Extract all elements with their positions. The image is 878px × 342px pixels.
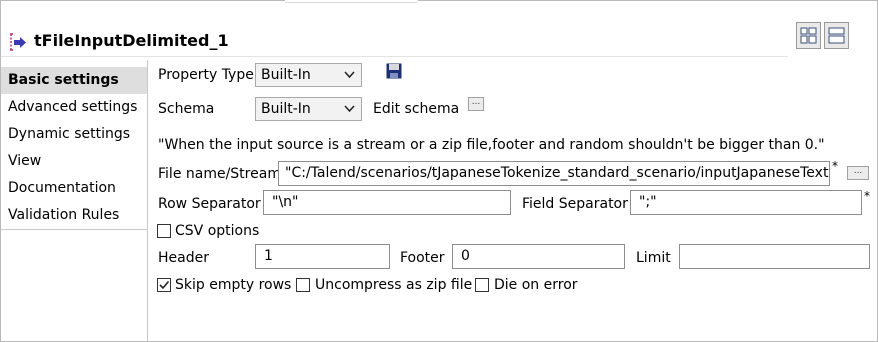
sidebar-item-advanced-settings[interactable]: Advanced settings — [1, 94, 147, 121]
footer-input[interactable]: 0 — [452, 244, 625, 269]
list-view-button[interactable] — [824, 22, 849, 49]
schema-select[interactable]: Built-In — [255, 97, 362, 121]
settings-sidebar: Basic settings Advanced settings Dynamic… — [1, 67, 147, 229]
component-title: tFileInputDelimited_1 — [34, 31, 229, 50]
row-separator-input[interactable]: "\n" — [263, 190, 511, 215]
sidebar-bottom-border — [1, 229, 147, 230]
field-separator-input[interactable]: ";" — [630, 190, 862, 215]
header-label: Header — [158, 250, 209, 266]
grid-view-button[interactable] — [796, 22, 821, 49]
property-type-value: Built-In — [261, 67, 311, 83]
sidebar-item-documentation[interactable]: Documentation — [1, 175, 147, 202]
edit-schema-button[interactable]: ... — [468, 97, 484, 111]
limit-input[interactable] — [679, 244, 870, 269]
skip-empty-rows-checkbox[interactable] — [157, 278, 171, 292]
save-icon[interactable] — [386, 63, 402, 83]
required-mark: * — [864, 189, 870, 203]
field-separator-label: Field Separator — [522, 196, 628, 212]
schema-value: Built-In — [261, 101, 311, 117]
uncompress-zip-checkbox[interactable] — [296, 278, 310, 292]
csv-options-label: CSV options — [175, 223, 260, 239]
component-title-bar: tFileInputDelimited_1 — [1, 28, 788, 57]
chevron-down-icon — [344, 105, 355, 113]
required-mark: * — [832, 159, 838, 173]
sidebar-item-dynamic-settings[interactable]: Dynamic settings — [1, 121, 147, 148]
file-name-input[interactable]: "C:/Talend/scenarios/tJapaneseTokenize_s… — [278, 161, 830, 186]
header-input[interactable]: 1 — [255, 244, 390, 269]
sidebar-item-view[interactable]: View — [1, 148, 147, 175]
grid-view-icon — [800, 27, 817, 44]
limit-label: Limit — [636, 250, 671, 266]
csv-options-checkbox[interactable] — [157, 224, 171, 238]
sidebar-item-validation-rules[interactable]: Validation Rules — [1, 202, 147, 229]
file-input-delimited-icon — [7, 32, 27, 52]
edit-schema-label: Edit schema — [373, 101, 460, 117]
chevron-down-icon — [344, 71, 355, 79]
browse-file-button[interactable]: ... — [847, 166, 869, 180]
checkmark-icon — [159, 280, 170, 290]
list-view-icon — [828, 27, 845, 44]
stream-footer-notice: "When the input source is a stream or a … — [158, 137, 825, 153]
skip-empty-rows-label: Skip empty rows — [175, 277, 292, 293]
property-type-select[interactable]: Built-In — [255, 63, 362, 87]
footer-label: Footer — [400, 250, 445, 266]
die-on-error-checkbox[interactable] — [475, 278, 489, 292]
die-on-error-label: Die on error — [494, 277, 578, 293]
file-name-label: File name/Stream — [158, 166, 281, 182]
sidebar-divider — [147, 60, 148, 341]
top-tab-strip — [285, 0, 418, 3]
sidebar-item-basic-settings[interactable]: Basic settings — [1, 67, 147, 94]
row-separator-label: Row Separator — [158, 196, 261, 212]
schema-label: Schema — [158, 101, 215, 117]
property-type-label: Property Type — [158, 67, 254, 83]
uncompress-zip-label: Uncompress as zip file — [315, 277, 473, 293]
